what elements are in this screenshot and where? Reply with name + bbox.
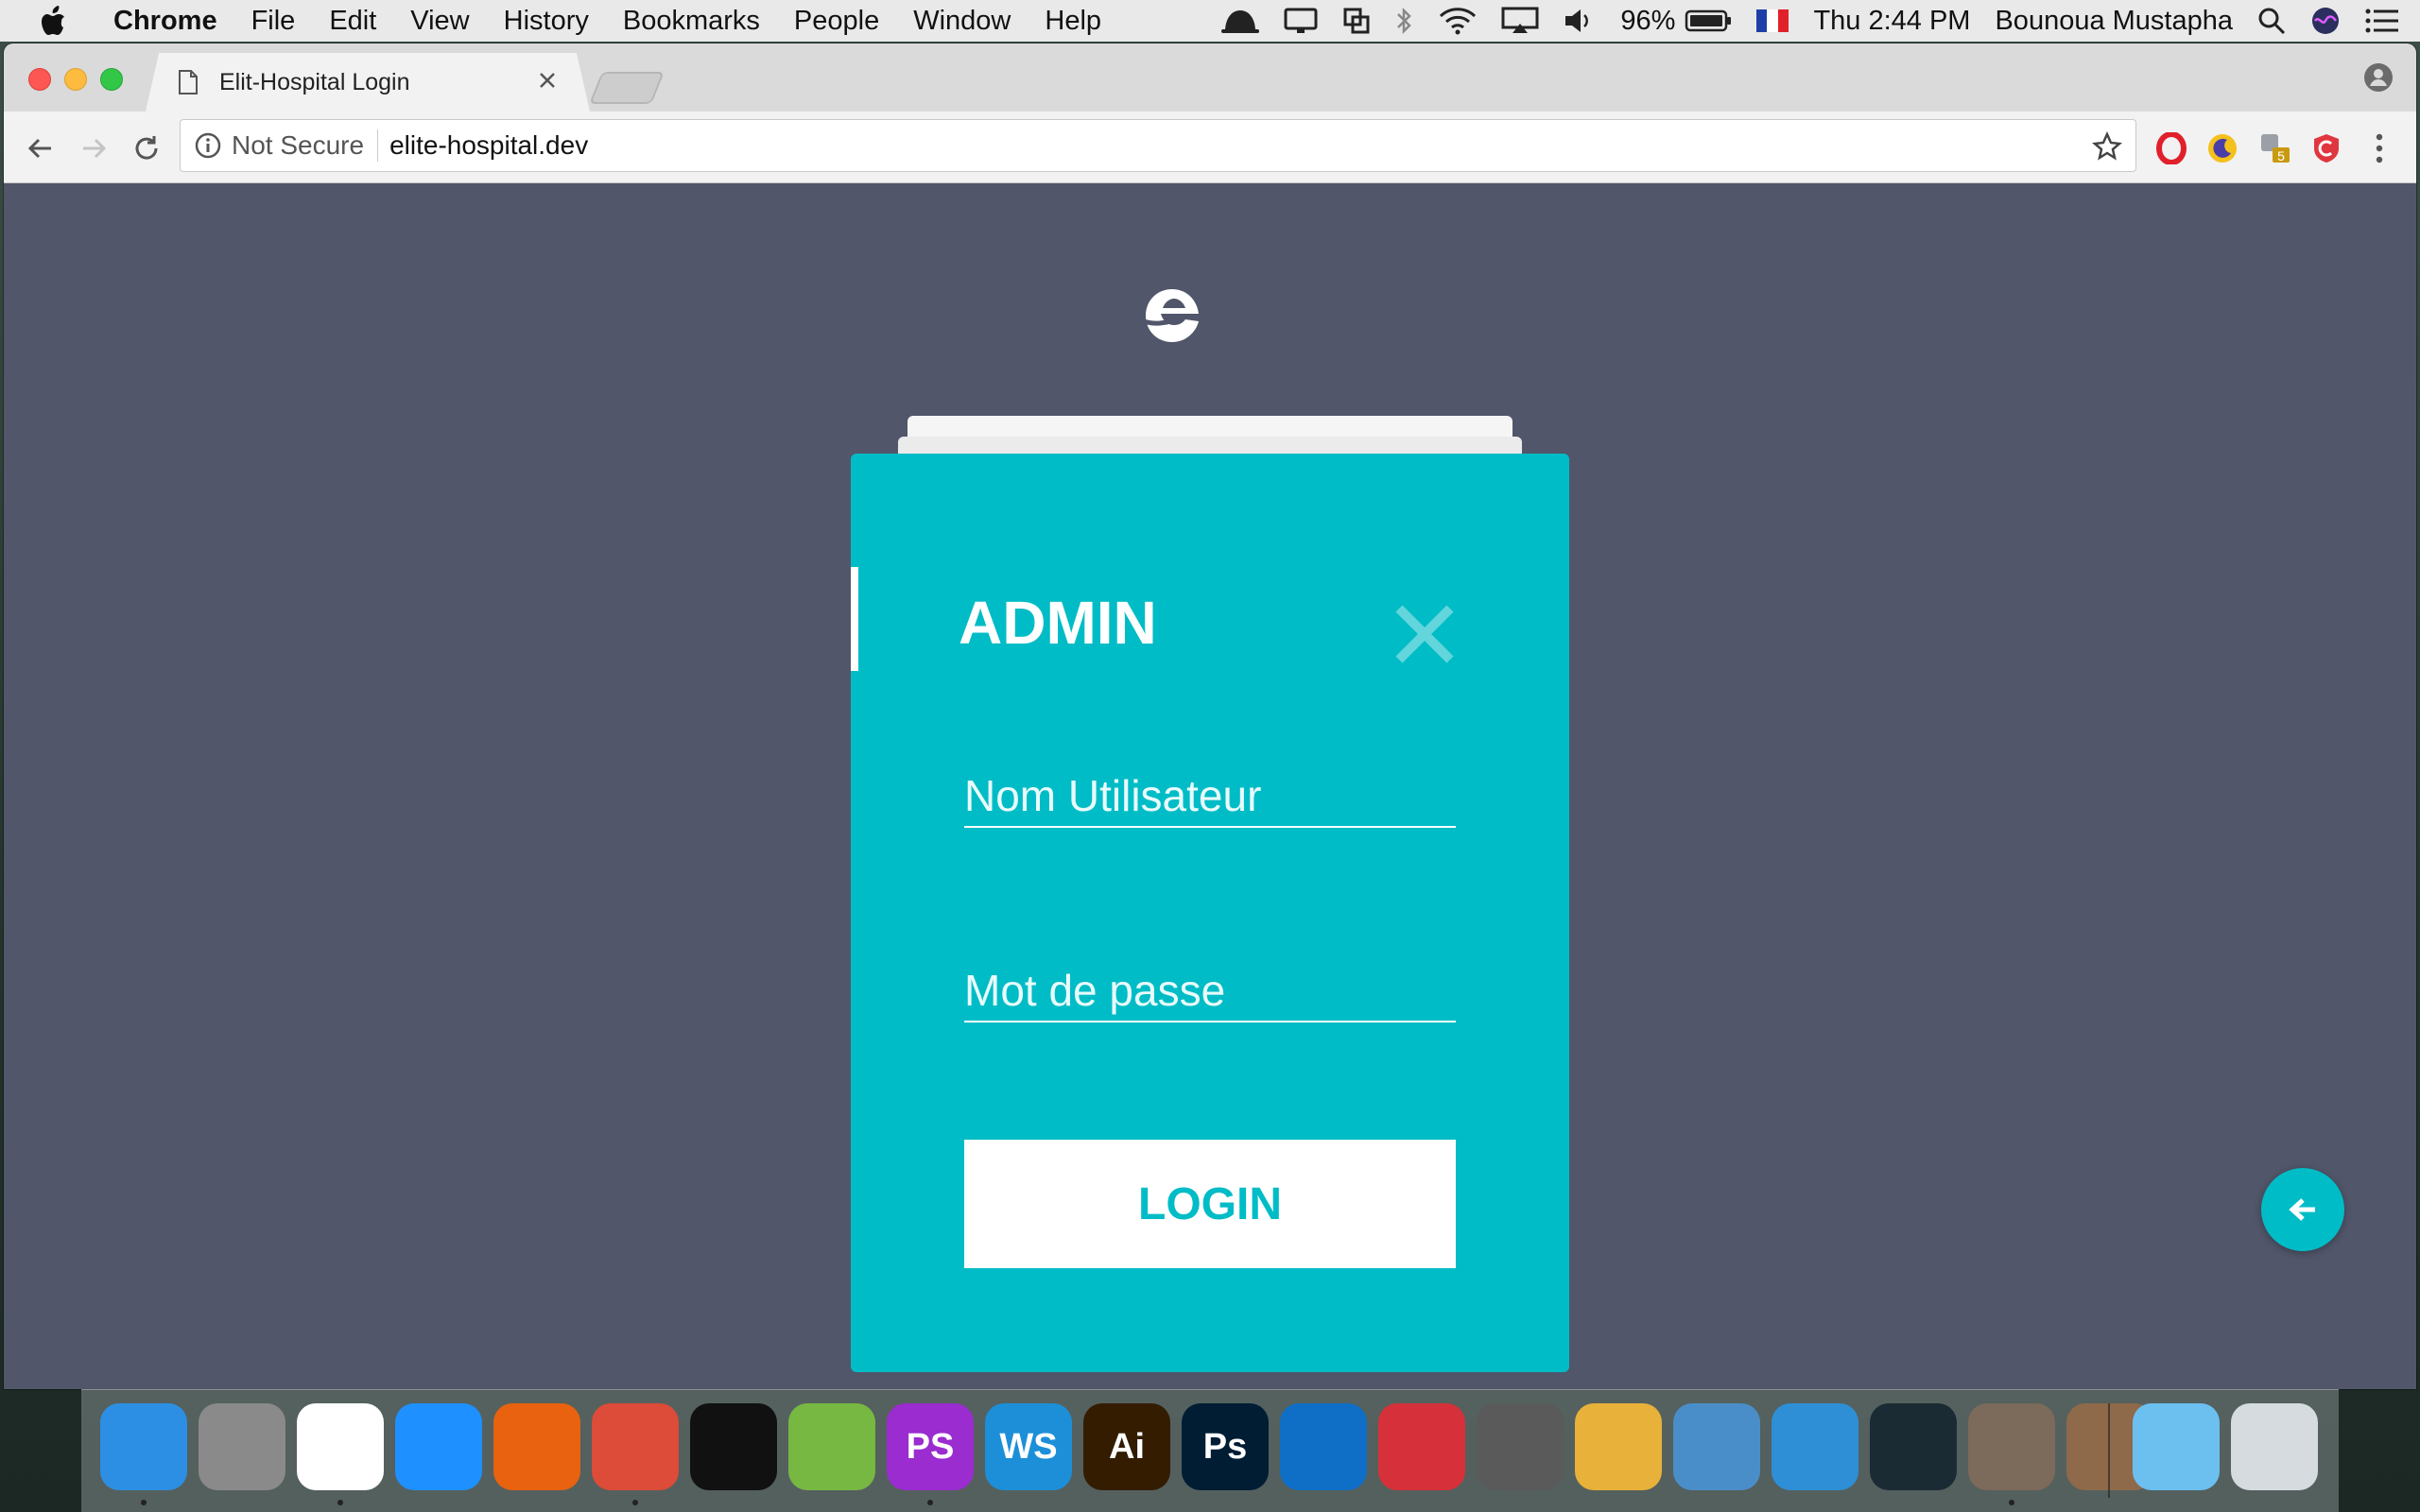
browser-toolbar: Not Secure elite-hospital.dev 5 — [4, 112, 2416, 183]
menu-history[interactable]: History — [487, 0, 606, 42]
forward-arrow-icon[interactable] — [76, 130, 112, 166]
chrome-menu-icon[interactable] — [2365, 130, 2394, 166]
arrow-left-icon — [2289, 1198, 2315, 1221]
dock-app-shell-icon[interactable] — [1968, 1403, 2055, 1490]
dock-sublime-icon[interactable] — [1673, 1403, 1760, 1490]
notification-center-icon[interactable] — [2365, 0, 2399, 42]
dock-tableplus-icon[interactable] — [1477, 1403, 1564, 1490]
bookmark-star-icon[interactable] — [2092, 130, 2122, 162]
login-button[interactable]: LOGIN — [964, 1140, 1456, 1268]
display-icon[interactable] — [1284, 0, 1318, 42]
dock-safari-icon[interactable] — [395, 1403, 482, 1490]
dock: PS WS Ai Ps — [81, 1389, 2339, 1512]
back-arrow-icon[interactable] — [23, 130, 59, 166]
window-minimize-button[interactable] — [64, 68, 87, 91]
dock-system-preferences-icon[interactable] — [199, 1403, 285, 1490]
dock-trash-icon[interactable] — [2231, 1403, 2318, 1490]
profile-icon[interactable] — [2363, 62, 2394, 93]
dock-migrate-icon[interactable] — [297, 1403, 384, 1490]
url-text[interactable]: elite-hospital.dev — [389, 130, 588, 161]
dock-divider — [2108, 1403, 2110, 1498]
page-content: ADMIN LOGIN — [4, 183, 2416, 1389]
dock-running-indicator — [2009, 1500, 2014, 1505]
password-field-wrapper — [964, 932, 1456, 1022]
login-card: ADMIN LOGIN — [851, 454, 1569, 1372]
dock-terminal-icon[interactable] — [690, 1403, 777, 1490]
wifi-icon[interactable] — [1439, 0, 1477, 42]
security-status[interactable]: Not Secure — [232, 130, 364, 161]
extension-badge-count: 5 — [2277, 148, 2285, 163]
dock-firefox-icon[interactable] — [493, 1403, 580, 1490]
dock-running-indicator — [927, 1500, 933, 1505]
dock-phpstorm-label: PS — [906, 1426, 955, 1467]
dock-photoshop-icon[interactable]: Ps — [1182, 1403, 1269, 1490]
tab-strip: Elit-Hospital Login — [4, 43, 2416, 112]
menu-window[interactable]: Window — [896, 0, 1028, 42]
volume-icon[interactable] — [1564, 0, 1596, 42]
dock-running-indicator — [141, 1500, 147, 1505]
dock-webstorm-icon[interactable]: WS — [985, 1403, 1072, 1490]
dock-finder-icon[interactable] — [100, 1403, 187, 1490]
screens-icon[interactable] — [1342, 0, 1371, 42]
apple-icon[interactable] — [34, 0, 76, 42]
window-close-button[interactable] — [28, 68, 51, 91]
dock-running-indicator — [337, 1500, 343, 1505]
battery-icon[interactable] — [1685, 0, 1732, 42]
menu-file[interactable]: File — [234, 0, 313, 42]
menu-edit[interactable]: Edit — [312, 0, 393, 42]
opera-vpn-icon[interactable] — [2155, 131, 2187, 165]
bluetooth-icon[interactable] — [1395, 0, 1414, 42]
title-accent-bar — [851, 567, 858, 671]
ghost-icon[interactable] — [1221, 0, 1260, 42]
browser-window: Elit-Hospital Login Not Secure elite-hos… — [4, 43, 2416, 1389]
elite-hospital-logo — [1138, 278, 1212, 350]
page-document-icon — [178, 69, 199, 95]
window-maximize-button[interactable] — [100, 68, 123, 91]
new-tab-button[interactable] — [589, 72, 665, 104]
menu-people[interactable]: People — [777, 0, 896, 42]
dock-folder-icon[interactable] — [2133, 1403, 2220, 1490]
clock[interactable]: Thu 2:44 PM — [1813, 0, 1970, 42]
dock-bitbucket-sourcetree-icon[interactable] — [1378, 1403, 1465, 1490]
menu-view[interactable]: View — [393, 0, 486, 42]
login-title: ADMIN — [959, 589, 1157, 657]
dock-sequel-pro-icon[interactable] — [1575, 1403, 1662, 1490]
dock-running-indicator — [632, 1500, 638, 1505]
siri-icon[interactable] — [2310, 0, 2341, 42]
dock-illustrator-label: Ai — [1109, 1426, 1145, 1467]
night-mode-icon[interactable] — [2206, 132, 2238, 164]
dock-chrome-icon[interactable] — [592, 1403, 679, 1490]
address-bar[interactable]: Not Secure elite-hospital.dev — [180, 119, 2136, 172]
dock-gitkraken-icon[interactable] — [1870, 1403, 1957, 1490]
close-icon[interactable] — [1393, 603, 1456, 665]
spotlight-search-icon[interactable] — [2257, 0, 2286, 42]
dock-webstorm-label: WS — [999, 1426, 1058, 1467]
extension-badge-icon[interactable]: 5 — [2259, 132, 2291, 164]
back-fab-button[interactable] — [2261, 1168, 2344, 1251]
user-name[interactable]: Bounoua Mustapha — [1995, 0, 2233, 42]
menu-help[interactable]: Help — [1028, 0, 1118, 42]
dock-parallels-icon[interactable] — [1772, 1403, 1858, 1490]
dock-phpstorm-icon[interactable]: PS — [887, 1403, 974, 1490]
address-divider — [377, 129, 379, 162]
username-input[interactable] — [964, 737, 1456, 826]
password-input[interactable] — [964, 932, 1456, 1021]
flag-france-icon[interactable] — [1756, 0, 1789, 42]
tab-close-icon[interactable] — [533, 66, 562, 94]
dock-android-studio-icon[interactable] — [788, 1403, 875, 1490]
dock-photoshop-label: Ps — [1202, 1426, 1248, 1467]
red-shield-icon[interactable] — [2310, 132, 2342, 164]
airplay-icon[interactable] — [1501, 0, 1539, 42]
reload-icon[interactable] — [129, 130, 164, 166]
info-icon[interactable] — [194, 131, 222, 160]
dock-illustrator-icon[interactable]: Ai — [1083, 1403, 1170, 1490]
dock-visual-studio-code-icon[interactable] — [1280, 1403, 1367, 1490]
menu-bar: Chrome File Edit View History Bookmarks … — [0, 0, 2420, 42]
menu-app-name[interactable]: Chrome — [96, 0, 234, 42]
tab-elit-hospital-login[interactable]: Elit-Hospital Login — [146, 53, 590, 112]
tab-title: Elit-Hospital Login — [219, 68, 410, 95]
battery-percent: 96% — [1620, 5, 1676, 36]
username-field-wrapper — [964, 737, 1456, 828]
menu-bookmarks[interactable]: Bookmarks — [606, 0, 777, 42]
